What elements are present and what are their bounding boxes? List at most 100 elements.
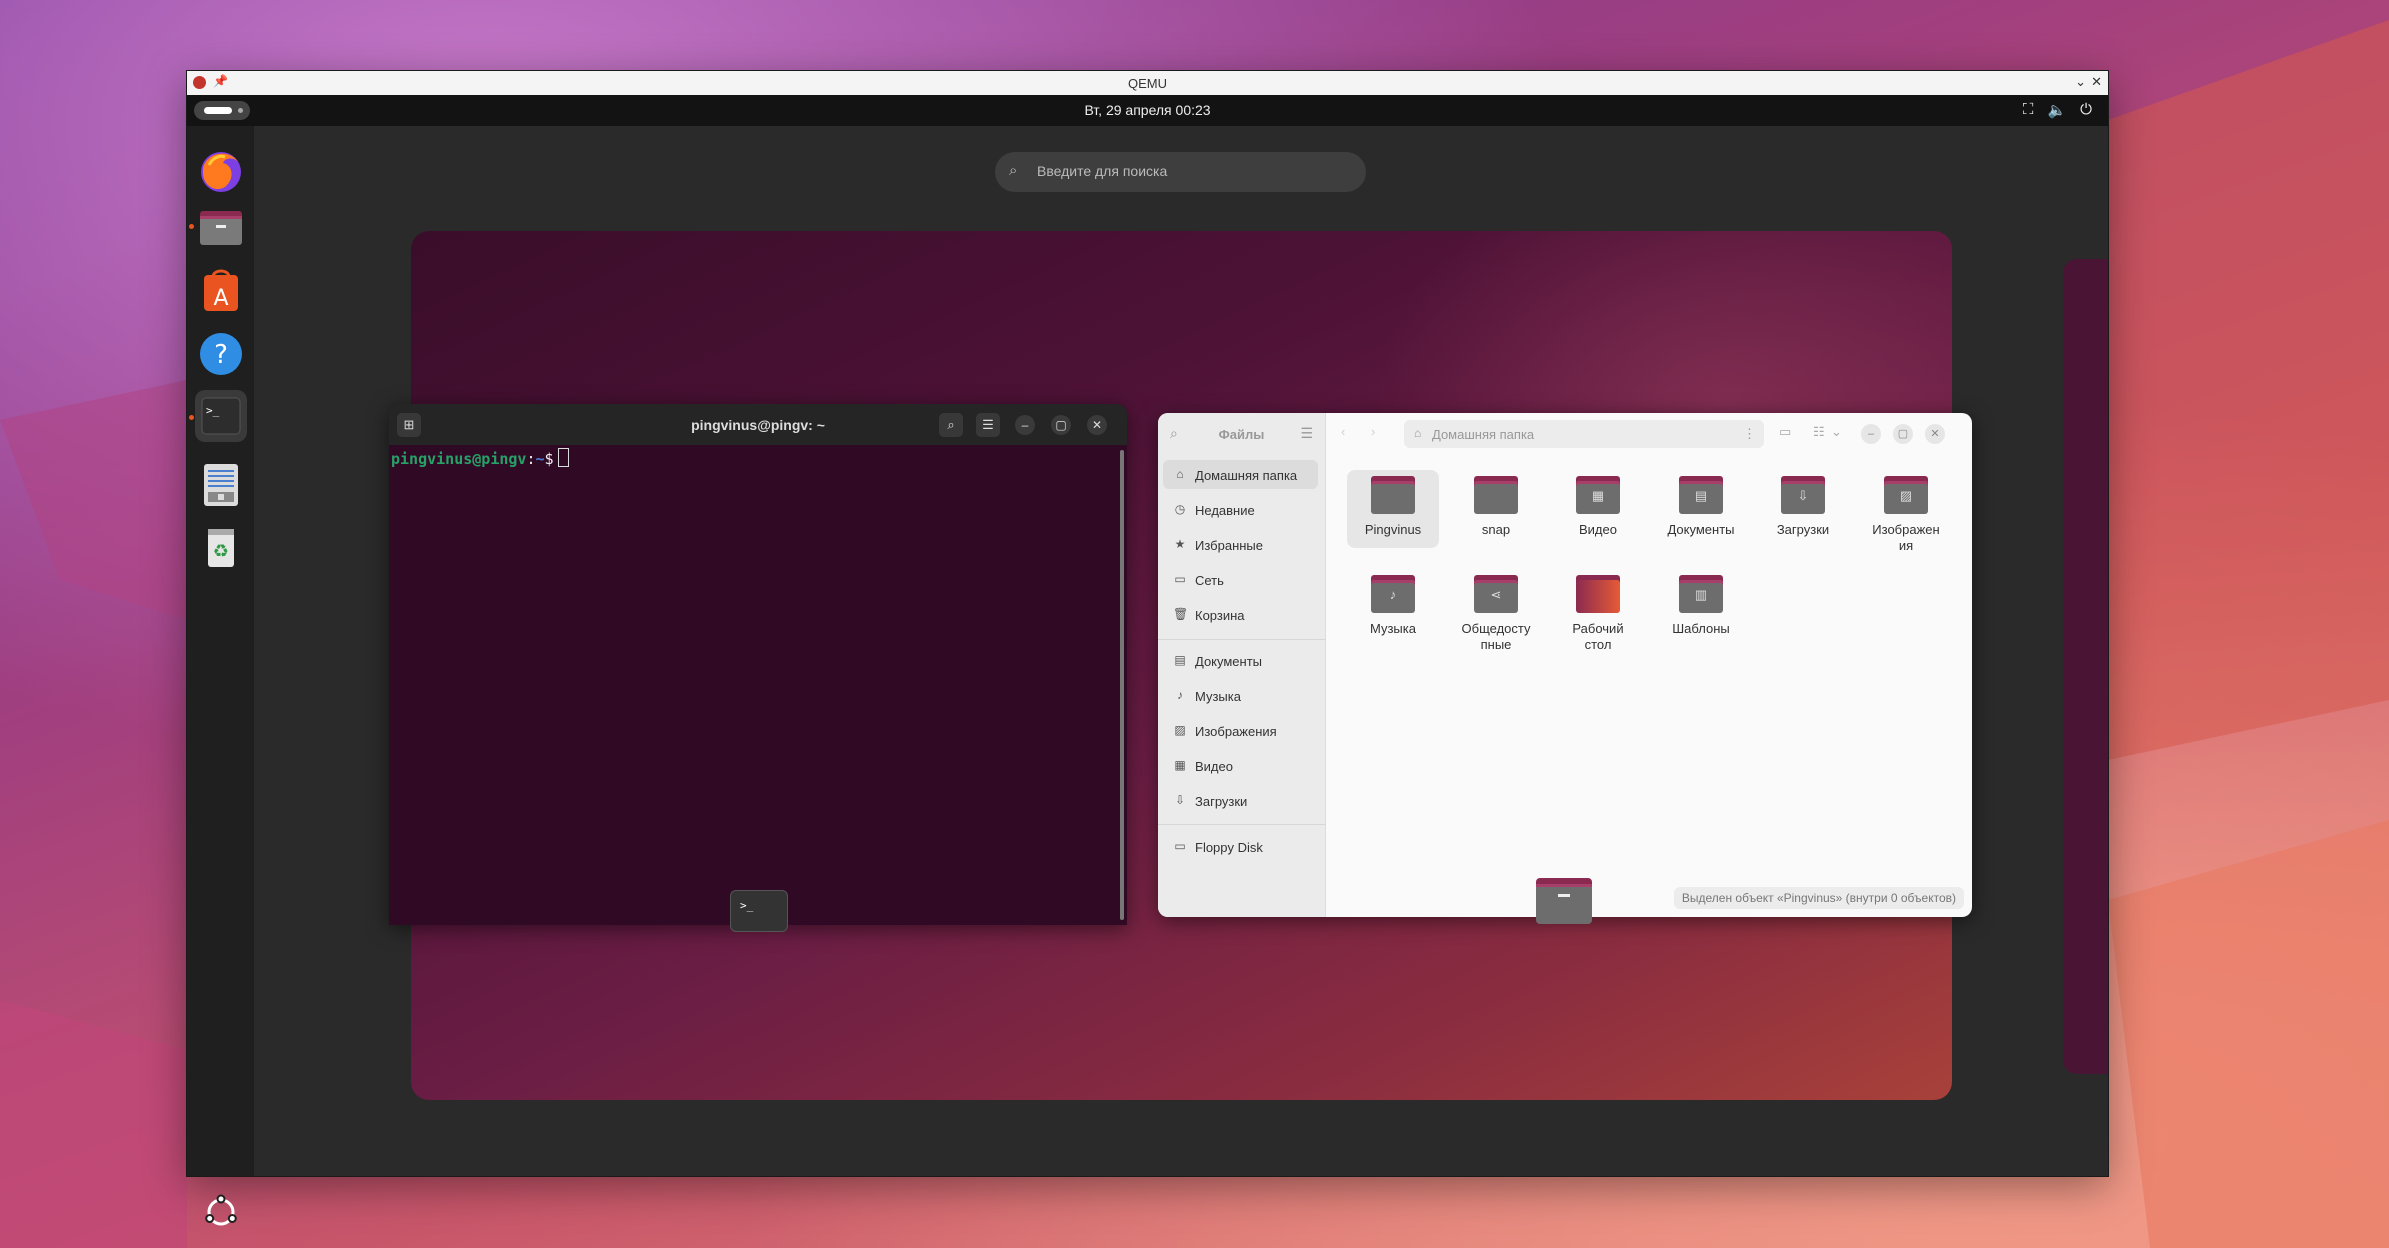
- qemu-minimize-button[interactable]: ⌄: [2075, 74, 2086, 90]
- system-tray[interactable]: ⛶ 🔈 ⏻: [2023, 101, 2092, 119]
- video-icon: ▦: [1174, 758, 1186, 772]
- status-bar: Выделен объект «Pingvinus» (внутри 0 объ…: [1673, 887, 1964, 909]
- files-close-button[interactable]: ✕: [1925, 424, 1945, 444]
- workspace-thumbnail-next[interactable]: [2063, 259, 2108, 1074]
- list-view-icon[interactable]: ☷: [1813, 424, 1825, 440]
- grid-item-pictures[interactable]: ▨ Изображен ия: [1860, 476, 1952, 554]
- sidebar-divider: [1158, 824, 1325, 825]
- sidebar-item-documents[interactable]: ▤ Документы: [1163, 646, 1318, 675]
- sidebar-item-recent[interactable]: ◷ Недавние: [1163, 495, 1318, 524]
- forward-icon[interactable]: ›: [1371, 424, 1375, 439]
- grid-item-music[interactable]: ♪ Музыка: [1347, 575, 1439, 637]
- dock-terminal[interactable]: >_: [195, 390, 247, 442]
- sidebar-item-network[interactable]: ▭ Сеть: [1163, 565, 1318, 594]
- sidebar-item-label: Сеть: [1195, 573, 1224, 588]
- clock[interactable]: Вт, 29 апреля 00:23: [187, 102, 2108, 118]
- dock-app-center[interactable]: A: [195, 265, 247, 317]
- grid-item-downloads[interactable]: ⇩ Загрузки: [1757, 476, 1849, 538]
- grid-item-label: Документы: [1667, 522, 1735, 537]
- sidebar-item-trash[interactable]: 🗑 Корзина: [1163, 600, 1318, 629]
- volume-icon[interactable]: 🔈: [2047, 101, 2066, 119]
- grid-item-pingvinus[interactable]: Pingvinus: [1347, 470, 1439, 548]
- files-window[interactable]: ⌕ Файлы ☰ ⌂ Домашняя папка ◷ Недавние ★ Изб…: [1158, 413, 1972, 917]
- qemu-title: QEMU: [1128, 76, 1167, 91]
- path-bar[interactable]: ⌂ Домашняя папка ⋮: [1404, 420, 1764, 448]
- show-apps-ubuntu-icon[interactable]: [203, 1194, 239, 1230]
- dock-text-editor[interactable]: [195, 458, 247, 510]
- trash-icon: ♻: [208, 529, 234, 567]
- sidebar-item-label: Недавние: [1195, 503, 1255, 518]
- chevron-down-icon[interactable]: ⌄: [1831, 424, 1842, 440]
- grid-item-desktop[interactable]: Рабочий стол: [1552, 575, 1644, 653]
- dock-files[interactable]: [195, 201, 247, 253]
- terminal-icon: >_: [201, 397, 241, 435]
- network-icon[interactable]: ⛶: [2023, 101, 2034, 119]
- grid-item-label: Видео: [1579, 522, 1617, 537]
- terminal-minimize-button[interactable]: –: [1015, 415, 1035, 435]
- sidebar-item-starred[interactable]: ★ Избранные: [1163, 530, 1318, 559]
- new-folder-icon[interactable]: ▭: [1779, 424, 1791, 440]
- dock-firefox[interactable]: [195, 145, 247, 197]
- grid-item-snap[interactable]: snap: [1450, 476, 1542, 538]
- sidebar-item-label: Изображения: [1195, 724, 1277, 739]
- grid-item-label: Общедосту пные: [1461, 621, 1531, 652]
- folder-icon: [1371, 476, 1415, 514]
- grid-item-label: Шаблоны: [1672, 621, 1730, 636]
- terminal-icon: >_: [740, 899, 754, 912]
- sidebar-item-home[interactable]: ⌂ Домашняя папка: [1163, 460, 1318, 489]
- running-indicator: [189, 415, 194, 420]
- power-icon[interactable]: ⏻: [2080, 101, 2092, 119]
- star-icon: ★: [1174, 537, 1186, 551]
- sidebar-item-label: Загрузки: [1195, 794, 1248, 809]
- svg-text:♻: ♻: [213, 541, 229, 562]
- home-icon: ⌂: [1414, 426, 1422, 440]
- sidebar-item-label: Музыка: [1195, 689, 1241, 704]
- dock: A ? >_ ♻: [187, 126, 254, 1226]
- files-maximize-button[interactable]: ▢: [1893, 424, 1913, 444]
- files-headerbar: ‹ › ⌂ Домашняя папка ⋮ ▭ ☷ ⌄ – ▢ ✕: [1325, 413, 1972, 455]
- terminal-maximize-button[interactable]: ▢: [1051, 415, 1071, 435]
- top-bar: Вт, 29 апреля 00:23 ⛶ 🔈 ⏻: [187, 95, 2108, 126]
- dock-help[interactable]: ?: [195, 328, 247, 380]
- grid-item-label: Pingvinus: [1364, 522, 1422, 537]
- files-window-badge: [1536, 878, 1592, 924]
- grid-item-documents[interactable]: ▤ Документы: [1655, 476, 1747, 538]
- grid-item-templates[interactable]: ▥ Шаблоны: [1655, 575, 1747, 637]
- overview-search-input[interactable]: ⌕ Введите для поиска: [995, 152, 1366, 192]
- sidebar-item-floppy[interactable]: ▭ Floppy Disk: [1163, 832, 1318, 861]
- terminal-scrollbar[interactable]: [1120, 450, 1124, 920]
- sidebar-item-downloads[interactable]: ⇩ Загрузки: [1163, 786, 1318, 815]
- back-icon[interactable]: ‹: [1341, 424, 1345, 439]
- sidebar-item-videos[interactable]: ▦ Видео: [1163, 751, 1318, 780]
- qemu-close-button[interactable]: ✕: [2091, 74, 2102, 90]
- running-indicator: [189, 224, 194, 229]
- folder-icon: [1474, 476, 1518, 514]
- terminal-close-button[interactable]: ✕: [1087, 415, 1107, 435]
- terminal-output[interactable]: pingvinus@pingv:~$: [391, 448, 569, 468]
- download-icon: ⇩: [1174, 793, 1186, 807]
- terminal-headerbar: ⊞ pingvinus@pingv: ~ ⌕ ☰ – ▢ ✕: [389, 404, 1127, 445]
- grid-item-label: Рабочий стол: [1572, 621, 1624, 652]
- sidebar-item-label: Документы: [1195, 654, 1263, 669]
- more-options-icon[interactable]: ⋮: [1743, 426, 1756, 442]
- image-icon: ▨: [1174, 723, 1186, 737]
- grid-item-label: Загрузки: [1776, 522, 1830, 537]
- terminal-search-button[interactable]: ⌕: [939, 413, 963, 437]
- prompt-separator: :: [526, 450, 536, 468]
- pictures-folder-icon: ▨: [1884, 476, 1928, 514]
- grid-item-videos[interactable]: ▦ Видео: [1552, 476, 1644, 538]
- terminal-window[interactable]: ⊞ pingvinus@pingv: ~ ⌕ ☰ – ▢ ✕ pingvinus…: [389, 404, 1127, 925]
- grid-item-public[interactable]: ⋖ Общедосту пные: [1450, 575, 1542, 653]
- app-center-icon: A: [204, 269, 238, 311]
- home-icon: ⌂: [1176, 467, 1184, 481]
- terminal-menu-button[interactable]: ☰: [976, 413, 1000, 437]
- sidebar-item-pictures[interactable]: ▨ Изображения: [1163, 716, 1318, 745]
- files-sidebar: ⌕ Файлы ☰ ⌂ Домашняя папка ◷ Недавние ★ Изб…: [1158, 413, 1326, 917]
- sidebar-item-music[interactable]: ♪ Музыка: [1163, 681, 1318, 710]
- search-icon: ⌕: [1009, 162, 1018, 179]
- dock-trash[interactable]: ♻: [195, 521, 247, 573]
- files-minimize-button[interactable]: –: [1861, 424, 1881, 444]
- hamburger-menu-icon[interactable]: ☰: [1300, 425, 1313, 442]
- text-cursor: [557, 448, 569, 467]
- document-icon: ▤: [1174, 653, 1186, 667]
